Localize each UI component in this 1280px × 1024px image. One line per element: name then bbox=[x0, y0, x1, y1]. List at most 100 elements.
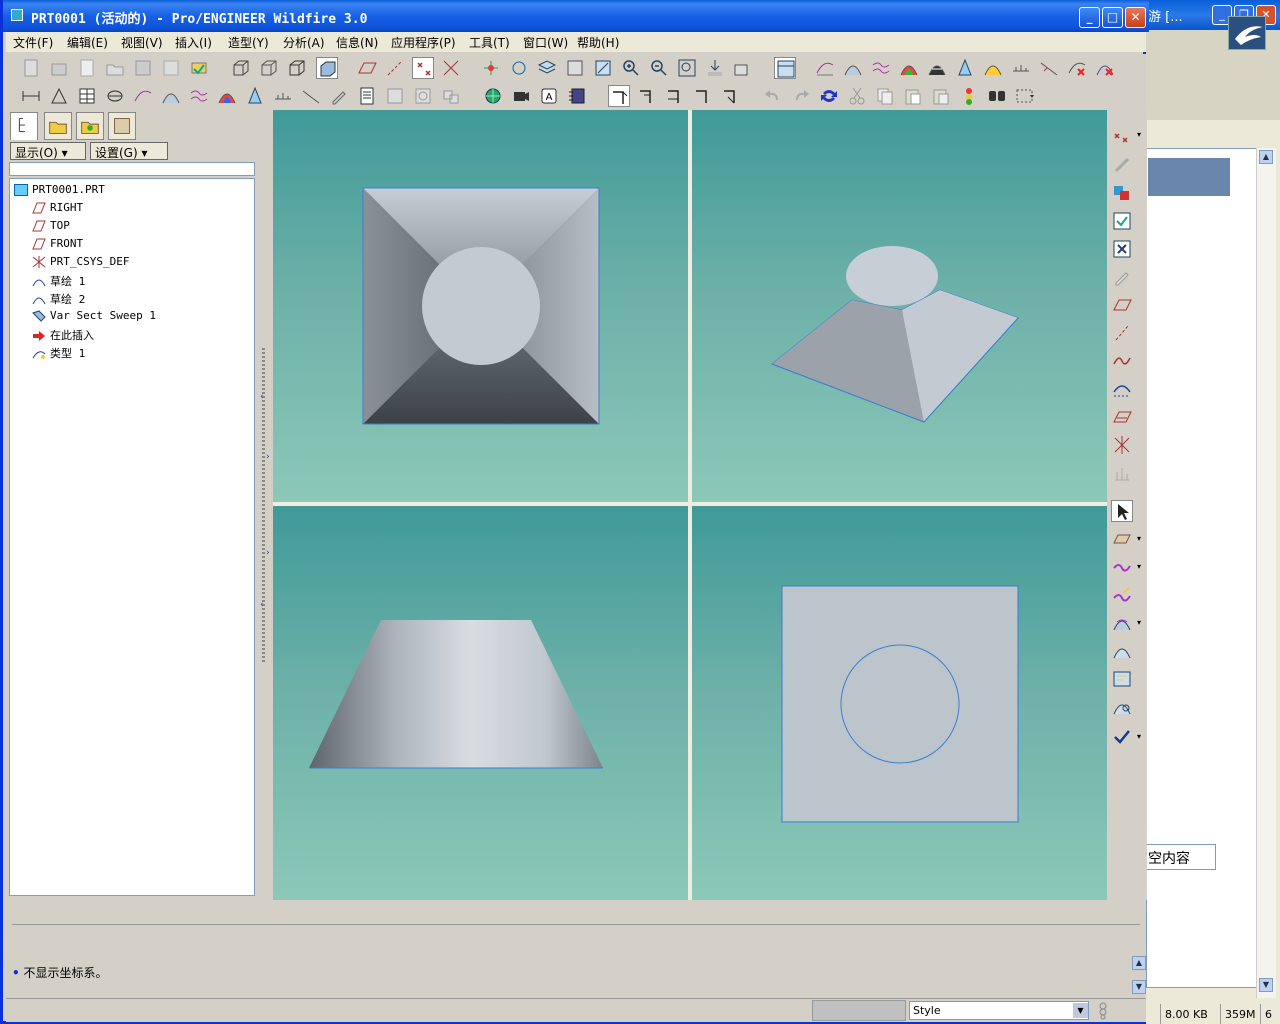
tree-item-sketch-2[interactable]: 草绘 2 bbox=[32, 291, 85, 307]
open-icon[interactable] bbox=[48, 57, 70, 79]
select-arrow-icon[interactable] bbox=[1111, 500, 1133, 522]
draft-analysis-icon[interactable] bbox=[244, 85, 266, 107]
dihedral-analysis-icon[interactable] bbox=[272, 85, 294, 107]
menu-view[interactable]: 视图(V) bbox=[121, 34, 163, 51]
menu-window[interactable]: 窗口(W) bbox=[523, 34, 568, 51]
shaded-curvature-icon[interactable] bbox=[898, 57, 920, 79]
menu-insert[interactable]: 插入(I) bbox=[175, 34, 212, 51]
menu-tools[interactable]: 工具(T) bbox=[469, 34, 510, 51]
scroll-up-icon[interactable]: ▲ bbox=[1259, 150, 1273, 164]
page-icon[interactable] bbox=[76, 57, 98, 79]
select-box-icon[interactable] bbox=[1014, 85, 1036, 107]
print-icon[interactable] bbox=[188, 57, 210, 79]
sketch-curve-icon[interactable] bbox=[1111, 378, 1133, 400]
reflection-icon[interactable] bbox=[926, 57, 948, 79]
orient-mode-icon[interactable] bbox=[508, 57, 530, 79]
no-hidden-icon[interactable] bbox=[286, 57, 308, 79]
paste-icon[interactable] bbox=[902, 85, 924, 107]
tree-item-sketch-1[interactable]: 草绘 1 bbox=[32, 273, 85, 289]
scroll-down-icon[interactable]: ▼ bbox=[1259, 978, 1273, 992]
copy-icon[interactable] bbox=[874, 85, 896, 107]
edit-curve-icon[interactable] bbox=[1111, 584, 1133, 606]
axis-icon[interactable] bbox=[1111, 322, 1133, 344]
cut-icon[interactable] bbox=[846, 85, 868, 107]
sketch-tool-5-icon[interactable] bbox=[720, 85, 742, 107]
panel-sash[interactable]: ‹ › › ‹ bbox=[260, 112, 274, 900]
tab-connections[interactable] bbox=[108, 112, 136, 140]
menu-analysis[interactable]: 分析(A) bbox=[283, 34, 325, 51]
zoom-in-icon[interactable] bbox=[620, 57, 642, 79]
sketch-tool-1-icon[interactable] bbox=[608, 85, 630, 107]
datum-point-display-icon[interactable] bbox=[412, 57, 434, 79]
viewport-top-right[interactable] bbox=[692, 110, 1107, 502]
shading-icon[interactable] bbox=[316, 57, 338, 79]
new-icon[interactable] bbox=[20, 57, 42, 79]
view-icon[interactable] bbox=[384, 85, 406, 107]
settings-dropdown[interactable]: 设置(G) ▾ bbox=[90, 142, 168, 160]
folder-icon[interactable] bbox=[104, 57, 126, 79]
dropdown-arrow-icon[interactable]: ▾ bbox=[1137, 732, 1141, 741]
tree-item-part[interactable]: PRT0001.PRT bbox=[14, 183, 105, 199]
measure-icon[interactable] bbox=[20, 85, 42, 107]
plane-icon[interactable] bbox=[1111, 294, 1133, 316]
draft-icon[interactable] bbox=[954, 57, 976, 79]
undo-icon[interactable] bbox=[762, 85, 784, 107]
datum-axis-display-icon[interactable] bbox=[384, 57, 406, 79]
deviation-icon[interactable] bbox=[1038, 57, 1060, 79]
tree-item-style-1[interactable]: 类型 1 bbox=[32, 345, 85, 361]
menu-style[interactable]: 造型(Y) bbox=[228, 34, 269, 51]
collapse-left-icon[interactable]: ‹ bbox=[260, 392, 264, 402]
delete-analysis-icon[interactable] bbox=[1066, 57, 1088, 79]
tab-model-tree[interactable] bbox=[10, 112, 38, 140]
reorient-icon[interactable] bbox=[704, 57, 726, 79]
tree-item-front[interactable]: FRONT bbox=[32, 237, 83, 253]
tab-favorites[interactable] bbox=[76, 112, 104, 140]
curvature-icon[interactable] bbox=[814, 57, 836, 79]
link-icon[interactable] bbox=[1111, 154, 1133, 176]
expand-right-icon[interactable]: › bbox=[266, 548, 270, 558]
color-map-icon[interactable] bbox=[216, 85, 238, 107]
layers-icon[interactable] bbox=[536, 57, 558, 79]
saved-views-icon[interactable] bbox=[732, 57, 754, 79]
regenerate-icon[interactable] bbox=[818, 85, 840, 107]
tab-folder-browser[interactable] bbox=[44, 112, 72, 140]
dropdown-arrow-icon[interactable]: ▾ bbox=[1137, 562, 1141, 571]
message-scroll-up-icon[interactable]: ▲ bbox=[1132, 956, 1146, 970]
plane-style-icon[interactable] bbox=[1111, 528, 1133, 550]
background-text-field[interactable]: 空内容 bbox=[1146, 844, 1216, 870]
tree-item-insert-here[interactable]: 在此插入 bbox=[32, 327, 94, 343]
curve-offset-icon[interactable] bbox=[188, 85, 210, 107]
surface-edit-icon[interactable] bbox=[1111, 696, 1133, 718]
tree-item-var-sect-sweep[interactable]: Var Sect Sweep 1 bbox=[32, 309, 156, 325]
sketch-tool-2-icon[interactable] bbox=[636, 85, 658, 107]
redo-icon[interactable] bbox=[790, 85, 812, 107]
dropdown-arrow-icon[interactable]: ▾ bbox=[1137, 534, 1141, 543]
datum-plane-display-icon[interactable] bbox=[356, 57, 378, 79]
pencil-icon[interactable] bbox=[328, 85, 350, 107]
analysis-feature-icon[interactable] bbox=[1111, 462, 1133, 484]
regen-icon[interactable] bbox=[440, 85, 462, 107]
collapse-left-icon[interactable]: ‹ bbox=[260, 600, 264, 610]
style-curve-icon[interactable] bbox=[1111, 556, 1133, 578]
paste-special-icon[interactable] bbox=[930, 85, 952, 107]
save-copy-icon[interactable] bbox=[160, 57, 182, 79]
refit-icon[interactable] bbox=[676, 57, 698, 79]
find-icon[interactable] bbox=[986, 85, 1008, 107]
expand-right-icon[interactable]: › bbox=[266, 452, 270, 462]
viewport-bottom-right[interactable] bbox=[692, 506, 1107, 900]
message-scroll-down-icon[interactable]: ▼ bbox=[1132, 980, 1146, 994]
title-bar[interactable]: PRT0001 (活动的) - Pro/ENGINEER Wildfire 3.… bbox=[3, 0, 1149, 32]
copy-geometry-icon[interactable] bbox=[1111, 182, 1133, 204]
edit-definition-icon[interactable] bbox=[1111, 266, 1133, 288]
globe-icon[interactable] bbox=[482, 85, 504, 107]
tree-item-top[interactable]: TOP bbox=[32, 219, 70, 235]
datum-plane-icon[interactable] bbox=[1111, 406, 1133, 428]
datum-point-icon[interactable] bbox=[1111, 126, 1133, 148]
menu-file[interactable]: 文件(F) bbox=[13, 34, 53, 51]
minimize-icon[interactable]: _ bbox=[1079, 7, 1100, 28]
background-scrollbar[interactable]: ▲ ▼ bbox=[1256, 148, 1276, 998]
zoom-out-icon[interactable] bbox=[648, 57, 670, 79]
view-manager-icon[interactable] bbox=[564, 57, 586, 79]
connect-surface-icon[interactable] bbox=[1111, 640, 1133, 662]
window-check-icon[interactable] bbox=[1111, 210, 1133, 232]
